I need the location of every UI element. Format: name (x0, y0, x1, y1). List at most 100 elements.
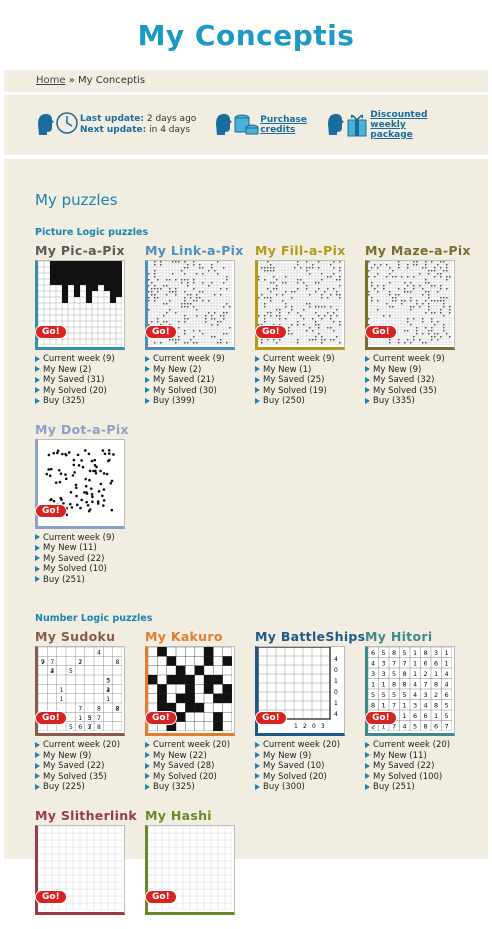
puzzle-link[interactable]: My New (1) (263, 365, 311, 375)
puzzle-link[interactable]: Current week (9) (43, 533, 115, 543)
puzzle-link[interactable]: Buy (251) (373, 782, 415, 792)
puzzle-link[interactable]: My New (22) (153, 751, 207, 761)
breadcrumb-home[interactable]: Home (36, 75, 66, 86)
go-button[interactable]: Go! (145, 889, 177, 904)
puzzle-thumbnail[interactable]: Go! (365, 260, 455, 350)
puzzle-title[interactable]: My Fill-a-Pix (255, 242, 365, 260)
puzzle-link[interactable]: My Saved (32) (373, 375, 434, 385)
go-button[interactable]: Go! (255, 325, 287, 339)
puzzle-link[interactable]: My New (2) (153, 365, 201, 375)
puzzle-link[interactable]: My New (9) (263, 751, 311, 761)
puzzle-title[interactable]: My Kakuro (145, 628, 255, 646)
puzzle-link[interactable]: My Solved (20) (263, 772, 327, 782)
puzzle-link[interactable]: My Solved (19) (263, 386, 327, 396)
puzzle-link[interactable]: My Solved (20) (153, 772, 217, 782)
puzzle-link-item: My New (9) (365, 365, 475, 376)
puzzle-link[interactable]: Buy (251) (43, 575, 85, 585)
svg-text:1: 1 (413, 670, 417, 678)
go-button[interactable]: Go! (255, 711, 287, 725)
puzzle-link[interactable]: My New (2) (43, 365, 91, 375)
go-button[interactable]: Go! (35, 503, 67, 518)
puzzle-link[interactable]: Current week (20) (153, 740, 230, 750)
puzzle-thumbnail[interactable]: Go! (145, 646, 235, 736)
puzzle-link[interactable]: My New (11) (373, 751, 427, 761)
puzzle-link[interactable]: My Saved (22) (43, 761, 104, 771)
puzzle-title[interactable]: My Sudoku (35, 628, 145, 646)
puzzle-link[interactable]: Current week (9) (373, 354, 445, 364)
puzzle-link[interactable]: My Saved (31) (43, 375, 104, 385)
puzzle-link[interactable]: Current week (9) (43, 354, 115, 364)
puzzle-title[interactable]: My Pic-a-Pix (35, 242, 145, 260)
puzzle-title[interactable]: My BattleShips (255, 628, 365, 646)
puzzle-link-item: My Solved (19) (255, 386, 365, 397)
puzzle-link[interactable]: My Solved (35) (43, 772, 107, 782)
puzzle-link[interactable]: Current week (9) (153, 354, 225, 364)
go-button[interactable]: Go! (365, 711, 397, 725)
go-button[interactable]: Go! (35, 325, 67, 339)
puzzle-link-item: My Solved (35) (365, 386, 475, 397)
svg-text:4: 4 (371, 660, 375, 668)
puzzle-link-item: My Saved (22) (35, 554, 145, 565)
puzzle-link-item: My Saved (22) (35, 761, 145, 772)
puzzle-link[interactable]: My Saved (22) (43, 554, 104, 564)
weekly-package-link[interactable]: Discounted weekly package (370, 110, 450, 140)
puzzle-link[interactable]: My Solved (35) (373, 386, 437, 396)
puzzle-links: Current week (9) My New (11) My Saved (22)… (35, 533, 145, 586)
puzzle-link[interactable]: Buy (325) (43, 396, 85, 406)
puzzle-link[interactable]: My Solved (100) (373, 772, 442, 782)
puzzle-link-item: Buy (251) (35, 575, 145, 586)
next-update-value: in 4 days (149, 125, 191, 135)
svg-text:3: 3 (382, 670, 386, 678)
puzzle-link[interactable]: Buy (300) (263, 782, 305, 792)
go-button[interactable]: Go! (145, 711, 177, 725)
puzzle-link[interactable]: My Saved (22) (373, 761, 434, 771)
purchase-credits-link[interactable]: Purchase credits (260, 115, 310, 135)
puzzle-link[interactable]: Buy (335) (373, 396, 415, 406)
puzzle-link[interactable]: My Saved (10) (263, 761, 324, 771)
puzzle-title[interactable]: My Maze-a-Pix (365, 242, 475, 260)
puzzle-title[interactable]: My Dot-a-Pix (35, 421, 145, 439)
puzzle-thumbnail[interactable]: 4 0 1 0 1 4 1 2 0 3 Go! (255, 646, 345, 736)
puzzle-thumbnail[interactable]: Go! (35, 438, 125, 529)
puzzle-link[interactable]: Buy (225) (43, 782, 85, 792)
puzzle-link[interactable]: My Solved (10) (43, 564, 107, 574)
go-button[interactable]: Go! (365, 325, 397, 339)
puzzle-link-item: My Solved (20) (255, 772, 365, 783)
puzzle-link[interactable]: Buy (399) (153, 396, 195, 406)
svg-text:5: 5 (445, 712, 449, 720)
logo[interactable]: My Conceptis (0, 0, 492, 70)
puzzle-link[interactable]: My Solved (30) (153, 386, 217, 396)
svg-text:4: 4 (403, 723, 407, 731)
puzzle-thumbnail[interactable]: 6585183143771661335812141188478455554326… (365, 646, 455, 736)
puzzle-thumbnail[interactable]: Go! (145, 824, 235, 915)
svg-text:0: 0 (334, 667, 338, 674)
go-button[interactable]: Go! (35, 889, 67, 904)
go-button[interactable]: Go! (35, 711, 67, 725)
puzzle-link[interactable]: My Saved (25) (263, 375, 324, 385)
puzzle-title[interactable]: My Hitori (365, 628, 475, 646)
puzzle-link[interactable]: Current week (20) (263, 740, 340, 750)
go-button[interactable]: Go! (145, 325, 177, 339)
puzzle-title[interactable]: My Hashi (145, 807, 255, 825)
puzzle-link[interactable]: My Saved (21) (153, 375, 214, 385)
puzzle-link[interactable]: Current week (20) (43, 740, 120, 750)
section-title: Picture Logic puzzles (35, 227, 149, 238)
puzzle-link[interactable]: Current week (20) (373, 740, 450, 750)
puzzle-link[interactable]: My Solved (20) (43, 386, 107, 396)
puzzle-thumbnail[interactable]: Go! (255, 260, 345, 350)
puzzle-thumbnail[interactable]: Go! (145, 260, 235, 350)
puzzle-links: Current week (9) My New (2) My Saved (21) M… (145, 354, 255, 407)
puzzle-link[interactable]: My New (9) (43, 751, 91, 761)
puzzle-link[interactable]: My Saved (28) (153, 761, 214, 771)
puzzle-link[interactable]: Buy (250) (263, 396, 305, 406)
puzzle-thumbnail[interactable]: 5 4 9 7 1 5 2 8 6 2 7 8 8 2 2 5 3 1 3 4 7 7 7 3 7 5 1 8 1 4 Go! (35, 646, 125, 736)
puzzle-link[interactable]: Current week (9) (263, 354, 335, 364)
puzzle-link[interactable]: Buy (325) (153, 782, 195, 792)
puzzle-title[interactable]: My Link-a-Pix (145, 242, 255, 260)
puzzle-link-item: Current week (9) (35, 533, 145, 544)
puzzle-link[interactable]: My New (9) (373, 365, 421, 375)
puzzle-title[interactable]: My Slitherlink (35, 807, 145, 825)
puzzle-thumbnail[interactable]: Go! (35, 824, 125, 915)
puzzle-thumbnail[interactable]: Go! (35, 260, 125, 350)
puzzle-link[interactable]: My New (11) (43, 543, 97, 553)
